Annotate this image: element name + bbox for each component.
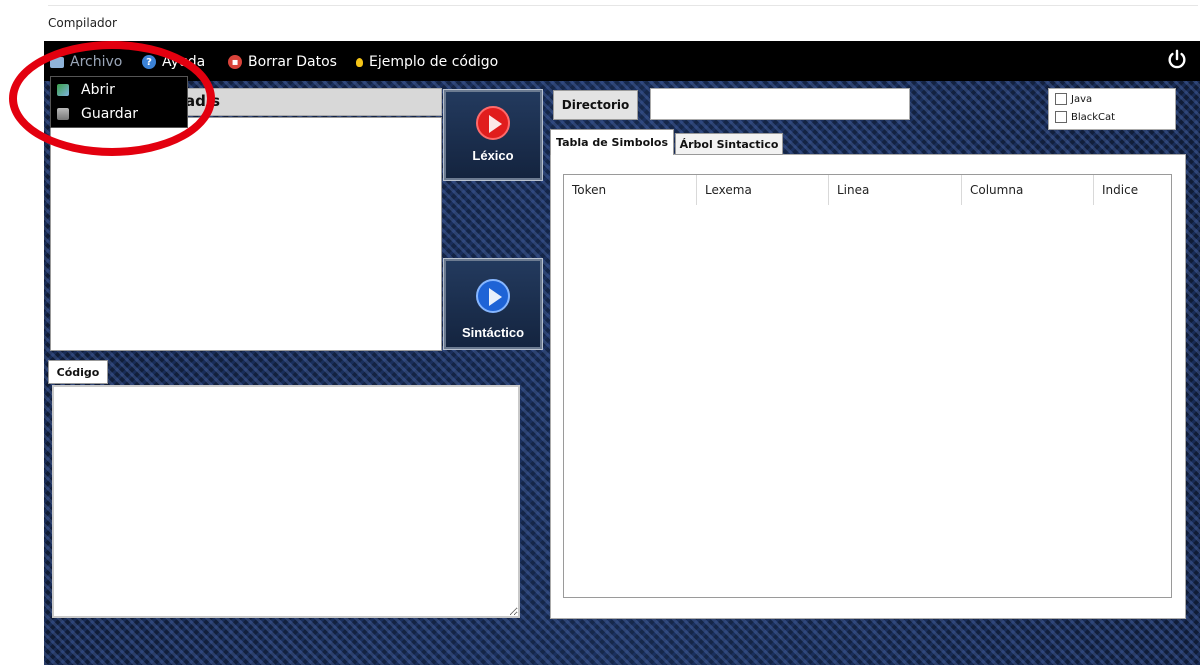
sintactico-button-label: Sintáctico (461, 325, 525, 340)
save-icon (57, 108, 69, 120)
column-header-linea[interactable]: Linea (829, 175, 962, 205)
archivo-dropdown-menu: Abrir Guardar (50, 76, 188, 128)
menu-borrar-datos[interactable]: ▪ Borrar Datos (228, 52, 337, 72)
menu-archivo-label: Archivo (70, 54, 123, 70)
help-icon: ? (142, 55, 156, 69)
java-checkbox[interactable]: Java (1055, 93, 1092, 105)
tab-tabla-simbolos[interactable]: Tabla de Simbolos (550, 129, 674, 155)
column-header-columna[interactable]: Columna (962, 175, 1094, 205)
menu-ayuda-label: Ayuda (162, 54, 206, 70)
menu-ejemplo-label: Ejemplo de código (369, 54, 499, 70)
symbols-table: Token Lexema Linea Columna Indice (563, 174, 1172, 598)
column-header-indice[interactable]: Indice (1094, 175, 1172, 205)
directorio-button[interactable]: Directorio (553, 90, 638, 120)
lexico-button[interactable]: Léxico (443, 89, 543, 181)
title-divider (48, 5, 1198, 6)
language-options: Java BlackCat (1048, 88, 1176, 130)
play-icon (476, 279, 510, 313)
menu-item-abrir[interactable]: Abrir (51, 79, 187, 101)
column-header-lexema[interactable]: Lexema (697, 175, 829, 205)
lightbulb-icon (356, 57, 363, 67)
sintactico-button[interactable]: Sintáctico (443, 258, 543, 350)
menubar: Archivo ? Ayuda ▪ Borrar Datos Ejemplo d… (44, 41, 1200, 81)
power-icon[interactable] (1166, 49, 1188, 71)
menu-archivo[interactable]: Archivo (50, 52, 122, 72)
column-header-token[interactable]: Token (564, 175, 697, 205)
menu-item-guardar[interactable]: Guardar (51, 103, 187, 125)
menu-item-guardar-label: Guardar (81, 106, 139, 122)
folder-icon (50, 56, 64, 68)
directorio-input[interactable] (650, 88, 910, 120)
java-checkbox-box[interactable] (1055, 93, 1067, 105)
menu-borrar-label: Borrar Datos (248, 54, 337, 70)
code-editor[interactable] (52, 385, 520, 618)
menu-item-abrir-label: Abrir (81, 82, 115, 98)
window-title: Compilador (48, 16, 117, 30)
tokens-list-box[interactable] (50, 117, 442, 351)
lexico-button-label: Léxico (472, 148, 514, 163)
blackcat-checkbox[interactable]: BlackCat (1055, 111, 1115, 123)
tokens-panel-header-label: ad s (185, 92, 221, 110)
trash-icon: ▪ (228, 55, 242, 69)
java-checkbox-label: Java (1071, 93, 1093, 105)
tab-arbol-sintactico[interactable]: Árbol Sintactico (675, 133, 783, 155)
play-icon (476, 106, 510, 140)
menu-ejemplo-codigo[interactable]: Ejemplo de código (356, 52, 498, 72)
blackcat-checkbox-box[interactable] (1055, 111, 1067, 123)
blackcat-checkbox-label: BlackCat (1071, 111, 1116, 123)
menu-ayuda[interactable]: ? Ayuda (142, 52, 205, 72)
tab-codigo[interactable]: Código (48, 360, 108, 384)
open-file-icon (57, 84, 69, 96)
window-titlebar: Compilador (0, 0, 1200, 41)
